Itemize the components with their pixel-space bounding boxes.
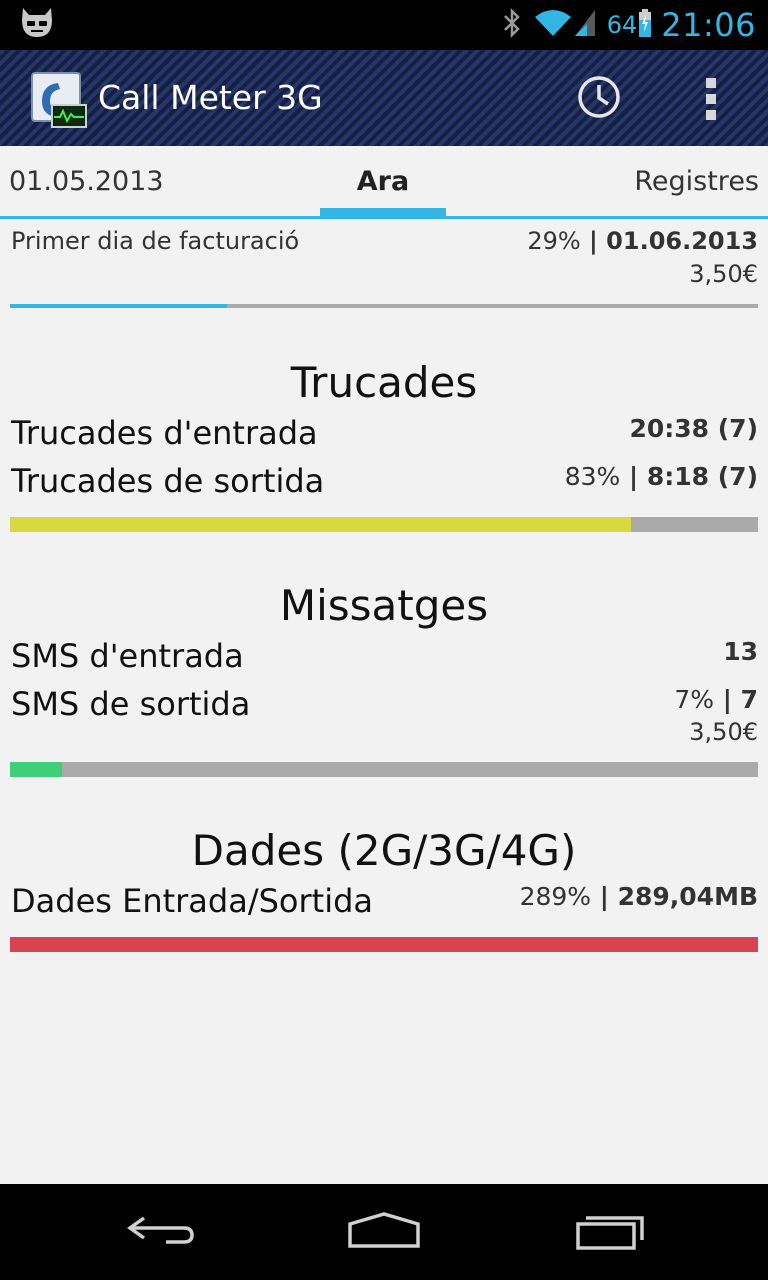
calls-outgoing-percent: 83% bbox=[564, 462, 621, 491]
tab-strip: 01.05.2013 Ara Registres bbox=[0, 146, 768, 222]
cyanogenmod-icon bbox=[18, 6, 56, 44]
calls-outgoing-amount: 8:18 (7) bbox=[646, 462, 758, 491]
overflow-menu-icon[interactable] bbox=[696, 74, 726, 124]
sms-outgoing-amount: 7 bbox=[740, 685, 758, 714]
calls-section-title: Trucades bbox=[290, 358, 478, 407]
signal-icon bbox=[573, 8, 597, 42]
battery-level: 64 bbox=[606, 11, 638, 39]
sms-outgoing-value: 7% | 7 bbox=[674, 685, 758, 714]
calls-outgoing-separator: | bbox=[620, 462, 647, 491]
calls-progress-fill bbox=[10, 517, 631, 532]
home-icon[interactable] bbox=[346, 1208, 422, 1256]
billing-progress-bar bbox=[10, 304, 758, 308]
recent-apps-icon[interactable] bbox=[574, 1208, 648, 1256]
data-label: Dades Entrada/Sortida bbox=[11, 882, 374, 920]
billing-percent: 29% bbox=[527, 227, 581, 255]
messages-section-title: Missatges bbox=[279, 581, 489, 630]
sms-incoming-label: SMS d'entrada bbox=[11, 637, 244, 675]
calls-incoming-label: Trucades d'entrada bbox=[11, 414, 318, 452]
tab-now[interactable]: Ara bbox=[320, 166, 446, 197]
tab-previous-period[interactable]: 01.05.2013 bbox=[9, 166, 164, 197]
data-separator: | bbox=[591, 882, 618, 911]
data-percent: 289% bbox=[519, 882, 592, 911]
data-progress-bar bbox=[10, 937, 758, 952]
calls-incoming-value: 20:38 (7) bbox=[629, 414, 758, 443]
action-bar: Call Meter 3G bbox=[0, 50, 768, 146]
data-amount: 289,04MB bbox=[617, 882, 758, 911]
app-title: Call Meter 3G bbox=[98, 78, 323, 117]
calls-outgoing-label: Trucades de sortida bbox=[11, 462, 325, 500]
clock: 21:06 bbox=[661, 6, 756, 44]
sms-progress-fill bbox=[10, 762, 63, 777]
navigation-bar bbox=[0, 1184, 768, 1280]
status-bar: 64 21:06 bbox=[0, 0, 768, 50]
billing-separator: | bbox=[580, 227, 607, 255]
sms-outgoing-separator: | bbox=[714, 685, 741, 714]
sms-cost: 3,50€ bbox=[689, 718, 758, 746]
billing-value: 29% | 01.06.2013 bbox=[527, 227, 758, 255]
bluetooth-icon bbox=[501, 7, 523, 43]
battery-charging-icon bbox=[639, 9, 652, 41]
sms-progress-bar bbox=[10, 762, 758, 777]
back-icon[interactable] bbox=[124, 1208, 196, 1256]
data-progress-fill bbox=[10, 937, 758, 952]
tab-logs[interactable]: Registres bbox=[634, 166, 759, 197]
billing-date: 01.06.2013 bbox=[606, 227, 758, 255]
billing-label: Primer dia de facturació bbox=[11, 227, 300, 255]
sms-incoming-value: 13 bbox=[723, 637, 758, 666]
sms-outgoing-percent: 7% bbox=[674, 685, 715, 714]
data-value: 289% | 289,04MB bbox=[520, 882, 758, 911]
wifi-icon bbox=[533, 8, 573, 42]
history-icon[interactable] bbox=[576, 74, 622, 120]
calls-progress-bar bbox=[10, 517, 758, 532]
billing-cost: 3,50€ bbox=[689, 260, 758, 288]
calls-outgoing-value: 83% | 8:18 (7) bbox=[565, 462, 758, 491]
sms-outgoing-label: SMS de sortida bbox=[11, 685, 251, 723]
tab-indicator bbox=[320, 208, 446, 216]
data-section-title: Dades (2G/3G/4G) bbox=[191, 826, 577, 875]
app-icon[interactable] bbox=[30, 71, 88, 129]
tab-underline bbox=[0, 216, 768, 219]
billing-progress-fill bbox=[10, 304, 227, 308]
